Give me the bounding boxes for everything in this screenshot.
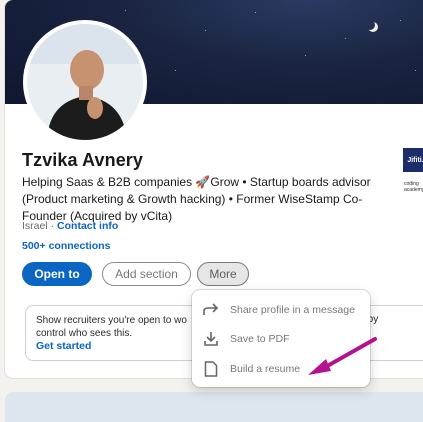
- menu-item-label: Save to PDF: [230, 333, 290, 345]
- download-icon: [202, 330, 220, 348]
- profile-headline: Helping Saas & B2B companies 🚀Grow • Sta…: [22, 175, 371, 223]
- annotation-arrow-icon: [308, 337, 377, 375]
- company-logo-coding-academy[interactable]: coding academy: [403, 181, 423, 199]
- next-section-card: [5, 392, 423, 422]
- contact-info-link[interactable]: Contact info: [57, 220, 118, 232]
- location-row: Israel · Contact info: [22, 220, 118, 232]
- share-arrow-icon: [202, 301, 220, 319]
- menu-item-share-profile[interactable]: Share profile in a message: [192, 296, 370, 324]
- avatar[interactable]: [23, 20, 147, 144]
- company-logo-jifiti[interactable]: Jifiti.: [403, 148, 423, 172]
- separator: ·: [47, 220, 58, 232]
- menu-item-label: Share profile in a message: [230, 304, 355, 316]
- moon-icon: [365, 20, 375, 30]
- get-started-link[interactable]: Get started: [36, 340, 91, 352]
- more-button[interactable]: More: [197, 262, 249, 286]
- location-text: Israel: [22, 220, 48, 232]
- profile-name: Tzvika Avnery: [22, 150, 144, 170]
- document-icon: [202, 360, 220, 378]
- add-section-button[interactable]: Add section: [102, 262, 191, 286]
- open-to-button[interactable]: Open to: [22, 262, 92, 286]
- recruiter-panel-text: Show recruiters you're open to wo contro…: [36, 315, 187, 339]
- menu-item-label: Build a resume: [230, 363, 301, 375]
- connections-link[interactable]: 500+ connections: [22, 240, 110, 252]
